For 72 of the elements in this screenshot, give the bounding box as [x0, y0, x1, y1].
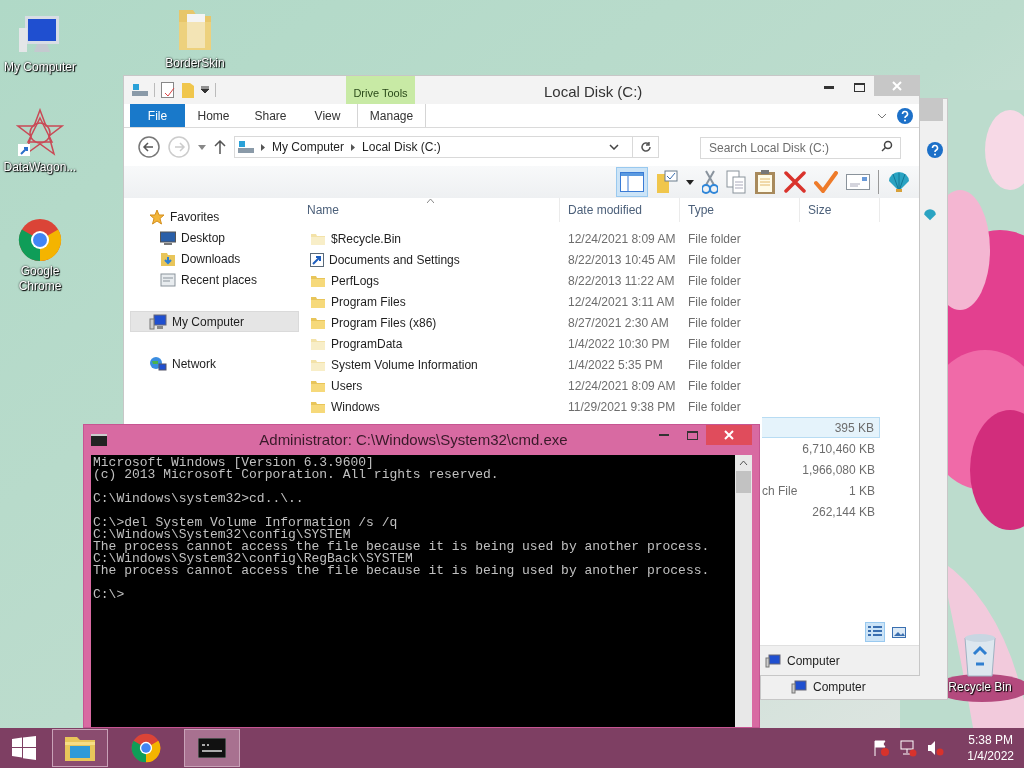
- file-row[interactable]: Program Files 12/24/2021 3:11 AM File folder: [299, 291, 919, 312]
- nav-item[interactable]: Downloads: [130, 248, 299, 269]
- column-header[interactable]: Date modified: [560, 198, 680, 222]
- file-row[interactable]: ProgramData 1/4/2022 10:30 PM File folder: [299, 333, 919, 354]
- file-row[interactable]: 262,144 KB: [762, 501, 880, 522]
- file-name: Windows: [331, 398, 380, 416]
- address-bar[interactable]: My Computer Local Disk (C:): [234, 136, 659, 158]
- file-row[interactable]: Windows 11/29/2021 9:38 PM File folder: [299, 396, 919, 417]
- type-cell: File folder: [688, 231, 741, 246]
- type-cell: File folder: [688, 357, 741, 372]
- type-cell: File folder: [688, 315, 741, 330]
- file-name: Program Files: [331, 293, 406, 311]
- column-header[interactable]: Name: [299, 198, 560, 222]
- window-title: Local Disk (C:): [544, 82, 643, 102]
- file-row[interactable]: Program Files (x86) 8/27/2021 2:30 AM File folder: [299, 312, 919, 333]
- size-cell-text: 1 KB: [849, 482, 876, 500]
- file-name: PerfLogs: [331, 272, 380, 290]
- file-row[interactable]: PerfLogs 8/22/2013 11:22 AM File folder: [299, 270, 919, 291]
- date-cell: 8/22/2013 11:22 AM: [568, 273, 675, 288]
- date-cell: 8/22/2013 10:45 AM: [568, 252, 676, 267]
- file-row[interactable]: 395 KB: [762, 417, 880, 438]
- column-header[interactable]: Type: [680, 198, 800, 222]
- size-cell-text: 6,710,460 KB: [802, 440, 876, 458]
- date-cell: 1/4/2022 10:30 PM: [568, 336, 670, 351]
- file-row[interactable]: 1,966,080 KB: [762, 459, 880, 480]
- file-row[interactable]: $Recycle.Bin 12/24/2021 8:09 AM File folder: [299, 228, 919, 249]
- breadcrumb[interactable]: Local Disk (C:): [362, 138, 441, 156]
- file-row[interactable]: ch File 1 KB: [762, 480, 880, 501]
- status-text: Computer: [813, 679, 866, 696]
- type-cell: File folder: [688, 336, 741, 351]
- nav-item[interactable]: Recent places: [130, 269, 299, 290]
- file-row[interactable]: 6,710,460 KB: [762, 438, 880, 459]
- file-row[interactable]: Documents and Settings 8/22/2013 10:45 AM File folder: [299, 249, 919, 270]
- type-cell: File folder: [688, 252, 741, 267]
- date-cell: 12/24/2021 3:11 AM: [568, 294, 675, 309]
- ribbon-tab[interactable]: Share: [242, 104, 299, 127]
- date-cell: 8/27/2021 2:30 AM: [568, 315, 669, 330]
- window-title: Administrator: C:\Windows\System32\cmd.exe: [259, 429, 568, 450]
- type-cell: File folder: [688, 399, 741, 414]
- breadcrumb[interactable]: My Computer: [272, 138, 345, 156]
- type-cell: File folder: [688, 294, 741, 309]
- ribbon-tab[interactable]: View: [299, 104, 356, 127]
- file-name: Program Files (x86): [331, 314, 437, 332]
- file-row[interactable]: Users 12/24/2021 8:09 AM File folder: [299, 375, 919, 396]
- size-cell-text: 1,966,080 KB: [802, 461, 876, 479]
- clock[interactable]: 5:38 PM 1/4/2022: [967, 732, 1014, 764]
- date-cell: 12/24/2021 8:09 AM: [568, 378, 676, 393]
- ribbon-tab[interactable]: Home: [185, 104, 242, 127]
- nav-item[interactable]: My Computer: [130, 311, 299, 332]
- file-name: System Volume Information: [331, 356, 478, 374]
- type-cell-text: ch File: [762, 482, 798, 500]
- date-cell: 12/24/2021 8:09 AM: [568, 231, 676, 246]
- type-cell: File folder: [688, 378, 741, 393]
- search-field[interactable]: Search Local Disk (C:): [700, 137, 901, 159]
- file-tab[interactable]: File: [130, 104, 185, 127]
- date-cell: 1/4/2022 5:35 PM: [568, 357, 663, 372]
- size-cell-text: 395 KB: [834, 419, 875, 437]
- file-row[interactable]: System Volume Information 1/4/2022 5:35 PM File folder: [299, 354, 919, 375]
- size-cell-text: 262,144 KB: [812, 503, 876, 521]
- nav-item[interactable]: Network: [130, 353, 299, 374]
- column-header[interactable]: Size: [800, 198, 880, 222]
- nav-item[interactable]: Desktop: [130, 227, 299, 248]
- file-name: Users: [331, 377, 363, 395]
- nav-item[interactable]: Favorites: [130, 206, 299, 227]
- file-name: Documents and Settings: [329, 251, 460, 269]
- file-name: ProgramData: [331, 335, 403, 353]
- status-text: Computer: [787, 652, 840, 670]
- contextual-group-label: Drive Tools: [353, 85, 408, 101]
- date-cell: 11/29/2021 9:38 PM: [568, 399, 676, 414]
- type-cell: File folder: [688, 273, 741, 288]
- file-name: $Recycle.Bin: [331, 230, 402, 248]
- console-output: Microsoft Windows [Version 6.3.9600] (c) 2013 Microsoft Corporation. All rights reserved. C:\Windows\system32>cd..\.. C:\>del System Volume Information /s /q C:\Windows\System32\config\SYSTEM The process cannot access the file because it is being used by another process. C:\Windows\System32\config\RegBack\SYSTEM The process cannot access the file because it is being used by another process. C:\>: [92, 455, 711, 604]
